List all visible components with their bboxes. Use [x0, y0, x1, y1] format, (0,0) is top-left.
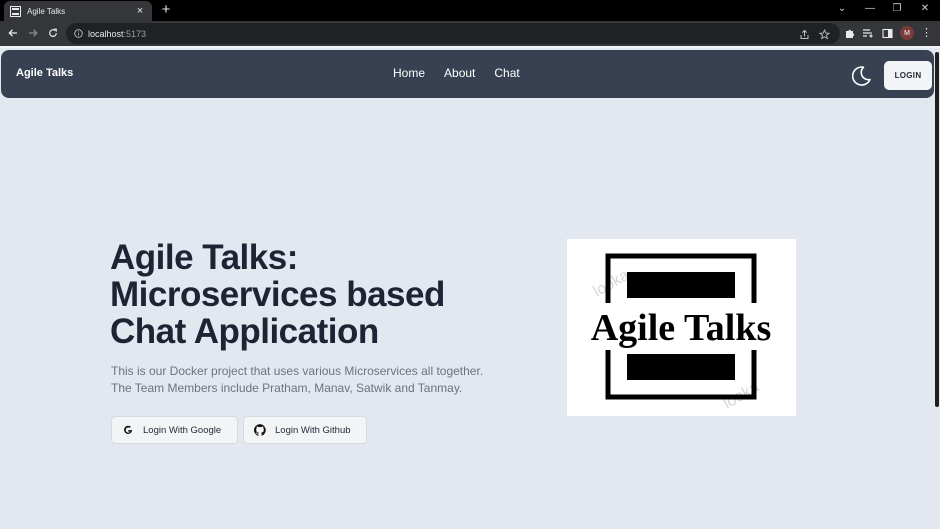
hero-title-line: Agile Talks:	[110, 238, 298, 277]
login-github-label: Login With Github	[275, 424, 351, 436]
nav-link-chat[interactable]: Chat	[494, 66, 519, 80]
github-icon	[254, 424, 266, 436]
tab-favicon-icon	[10, 5, 21, 17]
tab-close-icon[interactable]: ×	[134, 5, 146, 17]
tab-search-icon[interactable]: ⌄	[834, 2, 850, 16]
address-bar[interactable]: localhost:5173	[66, 23, 840, 44]
extensions-icon[interactable]	[843, 27, 855, 39]
browser-menu-icon[interactable]: ⋮	[921, 26, 932, 40]
site-info-icon[interactable]	[74, 29, 83, 38]
close-window-icon[interactable]: ✕	[917, 2, 933, 16]
brand-logo-text[interactable]: Agile Talks	[16, 67, 73, 79]
nav-link-home[interactable]: Home	[393, 66, 425, 80]
page-scrollbar[interactable]	[934, 48, 940, 529]
new-tab-button[interactable]: +	[158, 2, 174, 18]
page-viewport: Agile Talks Home About Chat LOGIN Agile …	[0, 46, 940, 529]
watermark-text: looka	[591, 267, 633, 301]
login-button[interactable]: LOGIN	[884, 61, 932, 90]
browser-tab-strip: Agile Talks × + ⌄ — ❐ ✕	[0, 0, 940, 21]
hero-description-line: This is our Docker project that uses var…	[111, 364, 484, 378]
app-navbar: Agile Talks Home About Chat LOGIN	[1, 50, 934, 98]
url-port: :5173	[123, 28, 147, 39]
tab-title: Agile Talks	[27, 6, 66, 16]
reading-list-icon[interactable]	[862, 27, 874, 39]
login-github-button[interactable]: Login With Github	[243, 416, 367, 444]
forward-arrow-icon[interactable]	[26, 26, 40, 40]
agile-talks-logo-image: looka looka Agile Talks	[567, 239, 796, 416]
minimize-icon[interactable]: —	[862, 2, 878, 16]
google-icon	[122, 424, 134, 436]
nav-links: Home About Chat	[393, 66, 539, 80]
reload-icon[interactable]	[46, 26, 60, 40]
hero-title-line: Chat Application	[110, 312, 379, 351]
url-host: localhost	[88, 28, 124, 39]
bookmark-star-icon[interactable]	[818, 28, 830, 40]
hero-title-line: Microservices based	[110, 275, 445, 314]
back-arrow-icon[interactable]	[6, 26, 20, 40]
nav-link-about[interactable]: About	[444, 66, 475, 80]
hero-description: This is our Docker project that uses var…	[111, 363, 531, 397]
login-google-label: Login With Google	[143, 424, 222, 436]
share-icon[interactable]	[798, 28, 810, 40]
dark-mode-moon-icon[interactable]	[849, 64, 873, 88]
side-panel-icon[interactable]	[881, 27, 893, 39]
restore-icon[interactable]: ❐	[889, 2, 905, 16]
scrollbar-thumb[interactable]	[935, 52, 939, 407]
profile-avatar[interactable]: M	[900, 26, 914, 40]
login-google-button[interactable]: Login With Google	[111, 416, 238, 444]
hero-title: Agile Talks: Microservices based Chat Ap…	[110, 239, 530, 350]
browser-toolbar: localhost:5173 M ⋮	[0, 21, 940, 46]
logo-text: Agile Talks	[591, 307, 772, 349]
browser-tab[interactable]: Agile Talks ×	[4, 1, 152, 21]
hero-description-line: The Team Members include Pratham, Manav,…	[111, 381, 463, 395]
